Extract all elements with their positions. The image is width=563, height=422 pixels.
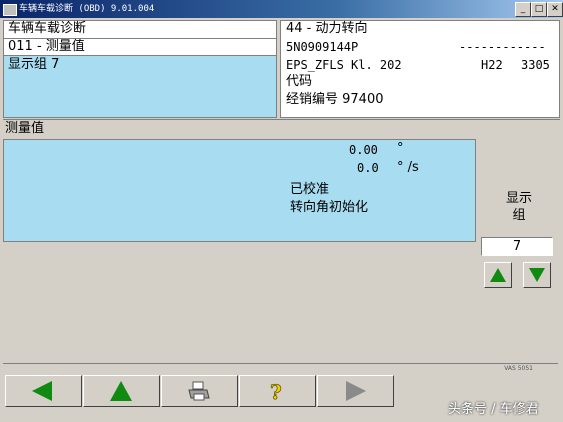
- panel-title: 车辆车载诊断: [8, 21, 87, 36]
- close-button[interactable]: ✕: [547, 2, 563, 17]
- back-button[interactable]: [5, 375, 82, 407]
- help-icon: ?: [270, 380, 283, 403]
- status-calibrated: 已校准: [290, 182, 330, 197]
- unit-1: °: [397, 141, 404, 156]
- maximize-button[interactable]: □: [531, 2, 547, 17]
- forward-arrow-icon: [346, 381, 366, 401]
- display-group-label: 显示组 7: [8, 57, 60, 72]
- down-arrow-icon: [529, 268, 545, 282]
- window-title: 车辆车载诊断 (OBD) 9.01.004: [19, 4, 155, 14]
- function-label: 011 - 测量值: [8, 39, 85, 54]
- dealer-number: 经销编号 97400: [286, 92, 384, 107]
- app-icon: [3, 4, 17, 16]
- address-label: 44 - 动力转向: [286, 21, 368, 36]
- part-number: 5N0909144P: [286, 40, 359, 54]
- display-group-caption-line1: 显示: [505, 191, 532, 206]
- component-id: EPS_ZFLS Kl. 202: [286, 58, 402, 72]
- status-bar: VAS 5051: [3, 363, 558, 373]
- value-2: 0.0: [357, 161, 379, 175]
- unit-2: ° /s: [397, 160, 419, 175]
- display-group-caption: 显示 组: [490, 190, 548, 224]
- status-text: VAS 5051: [504, 365, 533, 372]
- coding-value: 3305: [521, 58, 550, 72]
- dashes: ------------: [459, 40, 546, 54]
- svg-text:?: ?: [270, 380, 282, 403]
- up-button[interactable]: [83, 375, 160, 407]
- measured-values-panel: 0.00 ° 0.0 ° /s 已校准 转向角初始化: [3, 139, 476, 242]
- back-arrow-icon: [32, 381, 52, 401]
- function-panel: 车辆车载诊断 011 - 测量值 显示组 7: [3, 20, 277, 118]
- value-1: 0.00: [349, 143, 378, 157]
- display-group-input[interactable]: 7: [481, 237, 553, 256]
- up-arrow-icon: [490, 268, 506, 282]
- minimize-button[interactable]: _: [515, 2, 531, 17]
- title-bar: 车辆车载诊断 (OBD) 9.01.004 _ □ ✕: [0, 0, 563, 18]
- group-down-button[interactable]: [523, 262, 551, 288]
- print-button[interactable]: [161, 375, 238, 407]
- measured-values-header: 测量值: [3, 119, 560, 138]
- control-unit-info-panel: 44 - 动力转向 5N0909144P ------------ EPS_ZF…: [280, 20, 560, 118]
- help-button[interactable]: ?: [239, 375, 316, 407]
- status-steering-angle-init: 转向角初始化: [290, 200, 369, 215]
- software-version: H22: [481, 58, 503, 72]
- group-up-button[interactable]: [484, 262, 512, 288]
- forward-button[interactable]: [317, 375, 394, 407]
- display-group-caption-line2: 组: [512, 208, 526, 223]
- watermark: 头条号 / 车修君: [448, 402, 539, 417]
- print-icon: [188, 381, 210, 401]
- coding-label: 代码: [286, 74, 313, 89]
- up-arrow-icon: [110, 381, 132, 401]
